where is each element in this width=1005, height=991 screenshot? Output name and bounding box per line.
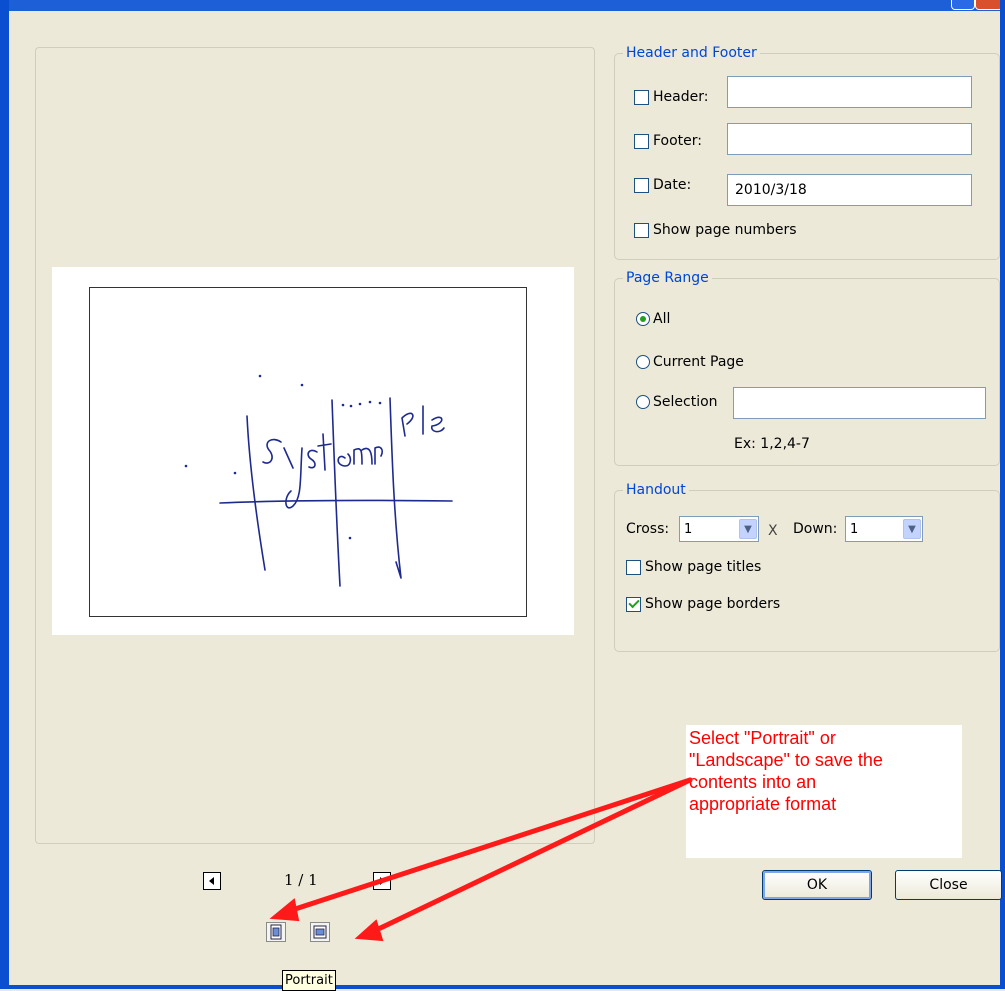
annotation-arrows	[269, 777, 693, 942]
